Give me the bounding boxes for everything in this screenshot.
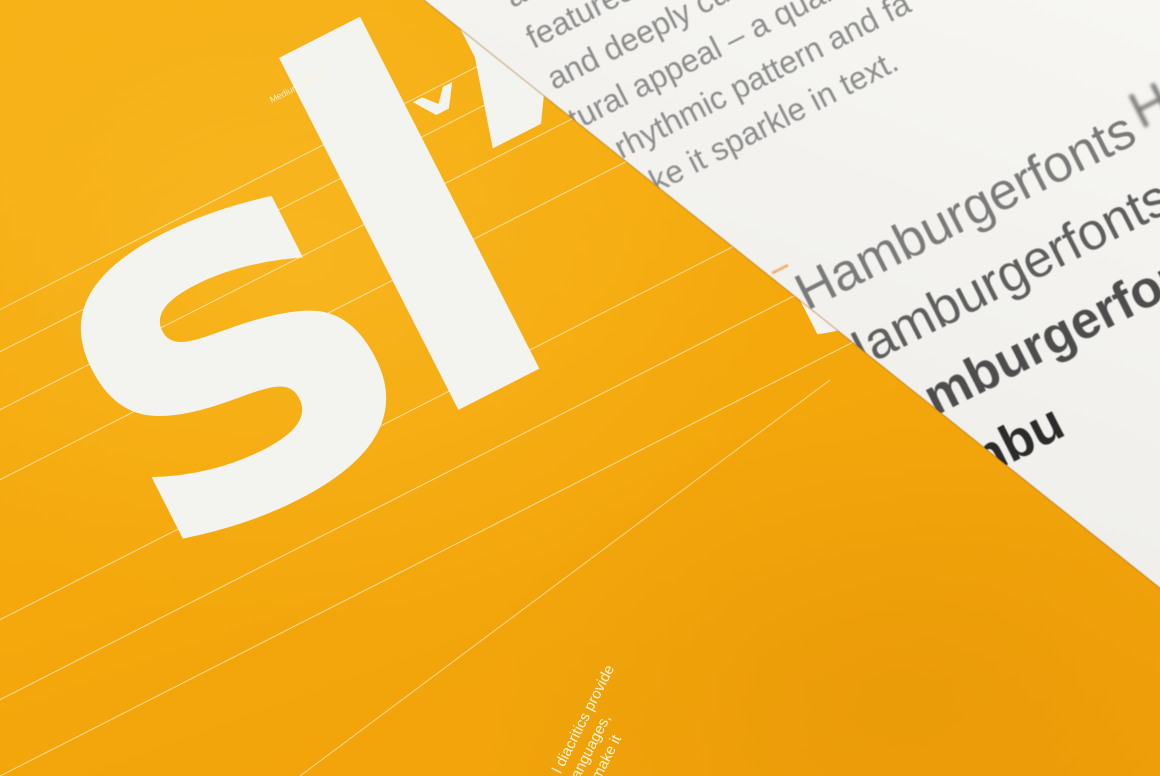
page-edge-shadow (423, 0, 1160, 589)
photo-scene: ˇ sl’ğø Medium 192 pt l diacritics provi… (0, 0, 1160, 776)
